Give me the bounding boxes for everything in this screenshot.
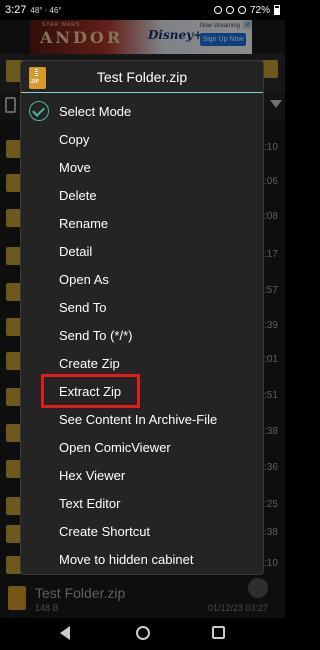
- alarm-icon: [213, 6, 222, 14]
- menu-item-text-editor[interactable]: Text Editor: [21, 489, 263, 517]
- menu-item-send-to[interactable]: Send To: [21, 293, 263, 321]
- screen: 3:27 48° ⋅ 46° 72% STAR WARS ANDOR Disne…: [0, 0, 285, 650]
- menu-item-move[interactable]: Move: [21, 153, 263, 181]
- wifi-icon: [237, 6, 246, 14]
- menu-item-label: Detail: [59, 244, 93, 259]
- menu-item-copy[interactable]: Copy: [21, 125, 263, 153]
- menu-item-label: Hex Viewer: [59, 468, 126, 483]
- check-circle-icon: [29, 101, 49, 121]
- context-menu-dialog: ZIP Test Folder.zip Select Mode Copy Mov…: [20, 60, 264, 575]
- dnd-icon: [225, 6, 234, 14]
- menu-item-open-comicviewer[interactable]: Open ComicViewer: [21, 433, 263, 461]
- menu-item-label: Rename: [59, 216, 109, 231]
- menu-item-hex-viewer[interactable]: Hex Viewer: [21, 461, 263, 489]
- menu-item-label: Copy: [59, 132, 90, 147]
- menu-item-label: Text Editor: [59, 496, 121, 511]
- menu-item-label: Create Shortcut: [59, 524, 151, 539]
- battery-icon: [274, 5, 280, 15]
- home-icon[interactable]: [136, 626, 150, 640]
- menu-item-label: Send To (*/*): [59, 328, 133, 343]
- menu-item-delete[interactable]: Delete: [21, 181, 263, 209]
- menu-item-see-content[interactable]: See Content In Archive-File: [21, 405, 263, 433]
- menu-item-send-to-any[interactable]: Send To (*/*): [21, 321, 263, 349]
- menu-item-label: Move to hidden cabinet: [59, 552, 194, 567]
- menu-item-move-hidden-cabinet[interactable]: Move to hidden cabinet: [21, 545, 263, 573]
- status-bar: 3:27 48° ⋅ 46° 72%: [0, 0, 285, 20]
- menu-item-select-mode[interactable]: Select Mode: [21, 97, 263, 125]
- menu-item-label: Move: [59, 160, 91, 175]
- battery-percent: 72%: [249, 4, 270, 16]
- status-stats: 48° ⋅ 46°: [30, 5, 62, 15]
- back-icon[interactable]: [60, 626, 70, 640]
- recents-icon[interactable]: [212, 626, 225, 639]
- menu-item-label: Send To: [59, 300, 107, 315]
- menu-item-label: Open As: [59, 272, 109, 287]
- menu-item-create-zip[interactable]: Create Zip: [21, 349, 263, 377]
- status-right: 72%: [213, 4, 280, 16]
- status-time: 3:27: [5, 4, 27, 16]
- extract-zip-highlight: [41, 374, 140, 408]
- menu-item-create-shortcut[interactable]: Create Shortcut: [21, 517, 263, 545]
- menu-item-label: Delete: [59, 188, 97, 203]
- menu-item-rename[interactable]: Rename: [21, 209, 263, 237]
- menu-item-detail[interactable]: Detail: [21, 237, 263, 265]
- menu-item-label: See Content In Archive-File: [59, 412, 218, 427]
- dialog-title: Test Folder.zip: [96, 69, 188, 85]
- menu-item-label: Open ComicViewer: [59, 440, 171, 455]
- menu-item-label: Select Mode: [59, 104, 132, 119]
- menu-item-label: Create Zip: [59, 356, 120, 371]
- dialog-header: ZIP Test Folder.zip: [21, 61, 263, 93]
- menu-item-open-as[interactable]: Open As: [21, 265, 263, 293]
